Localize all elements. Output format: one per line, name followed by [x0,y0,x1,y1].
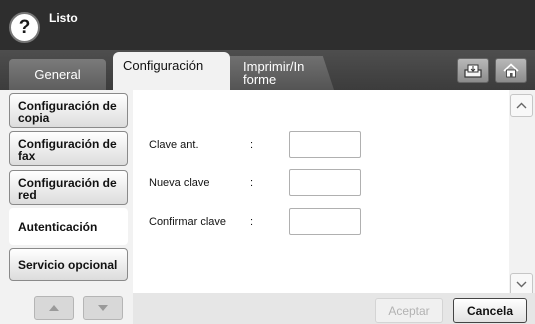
triangle-up-icon [49,305,59,311]
printer-screen: ? Listo General Imprimir/Informe Configu… [0,0,535,324]
confirm-password-field[interactable] [289,208,361,235]
panel-scrollbar[interactable] [509,90,535,297]
status-text: Listo [49,11,78,25]
sidebar-scroll-down-button[interactable] [83,296,123,320]
triangle-down-icon [98,305,108,311]
cancel-button[interactable]: Cancela [453,298,527,323]
help-icon: ? [18,17,31,38]
accept-button[interactable]: Aceptar [375,298,443,323]
home-icon [503,63,519,78]
document-box-icon [464,64,482,78]
new-password-field[interactable] [289,169,361,196]
help-button[interactable]: ? [9,12,40,43]
confirm-password-colon: : [250,216,254,228]
new-password-label: Nueva clave [149,177,210,189]
sidebar-item-network-settings[interactable]: Configuración de red [9,170,128,205]
confirm-password-label: Confirmar clave [149,216,227,228]
old-password-label: Clave ant. [149,139,199,151]
document-box-button[interactable] [457,58,489,83]
chevron-up-icon [516,102,527,109]
sidebar-item-optional-service[interactable]: Servicio opcional [9,248,128,281]
tab-general-label: General [34,67,81,82]
sidebar-item-label: Configuración de copia [18,99,117,125]
sidebar-item-copy-settings[interactable]: Configuración de copia [9,93,128,128]
status-bar: ? Listo [0,0,535,50]
new-password-colon: : [250,177,254,189]
tab-bar: General Imprimir/Informe Configuración [0,50,535,90]
chevron-down-icon [516,281,527,288]
tab-print-report-label: Imprimir/Informe [243,59,305,87]
authentication-panel: Clave ant. : Nueva clave : Confirmar cla… [133,90,535,293]
tab-general[interactable]: General [9,59,106,90]
cancel-button-label: Cancela [466,303,514,318]
sidebar-scroll-up-button[interactable] [34,296,74,320]
tab-print-report[interactable]: Imprimir/Informe [222,56,334,90]
panel-scroll-up-button[interactable] [510,94,533,117]
sidebar-item-fax-settings[interactable]: Configuración de fax [9,131,128,166]
home-button[interactable] [495,58,527,83]
sidebar-item-label: Configuración de red [18,176,117,202]
old-password-colon: : [250,139,254,151]
old-password-field[interactable] [289,131,361,158]
tab-configuration[interactable]: Configuración [113,52,230,90]
sidebar-item-label: Configuración de fax [18,137,117,163]
sidebar-item-label: Servicio opcional [18,257,118,272]
accept-button-label: Aceptar [388,303,430,318]
sidebar-item-authentication[interactable]: Autenticación [9,208,128,245]
sidebar-item-label: Autenticación [18,219,98,234]
tab-configuration-label: Configuración [123,58,204,73]
